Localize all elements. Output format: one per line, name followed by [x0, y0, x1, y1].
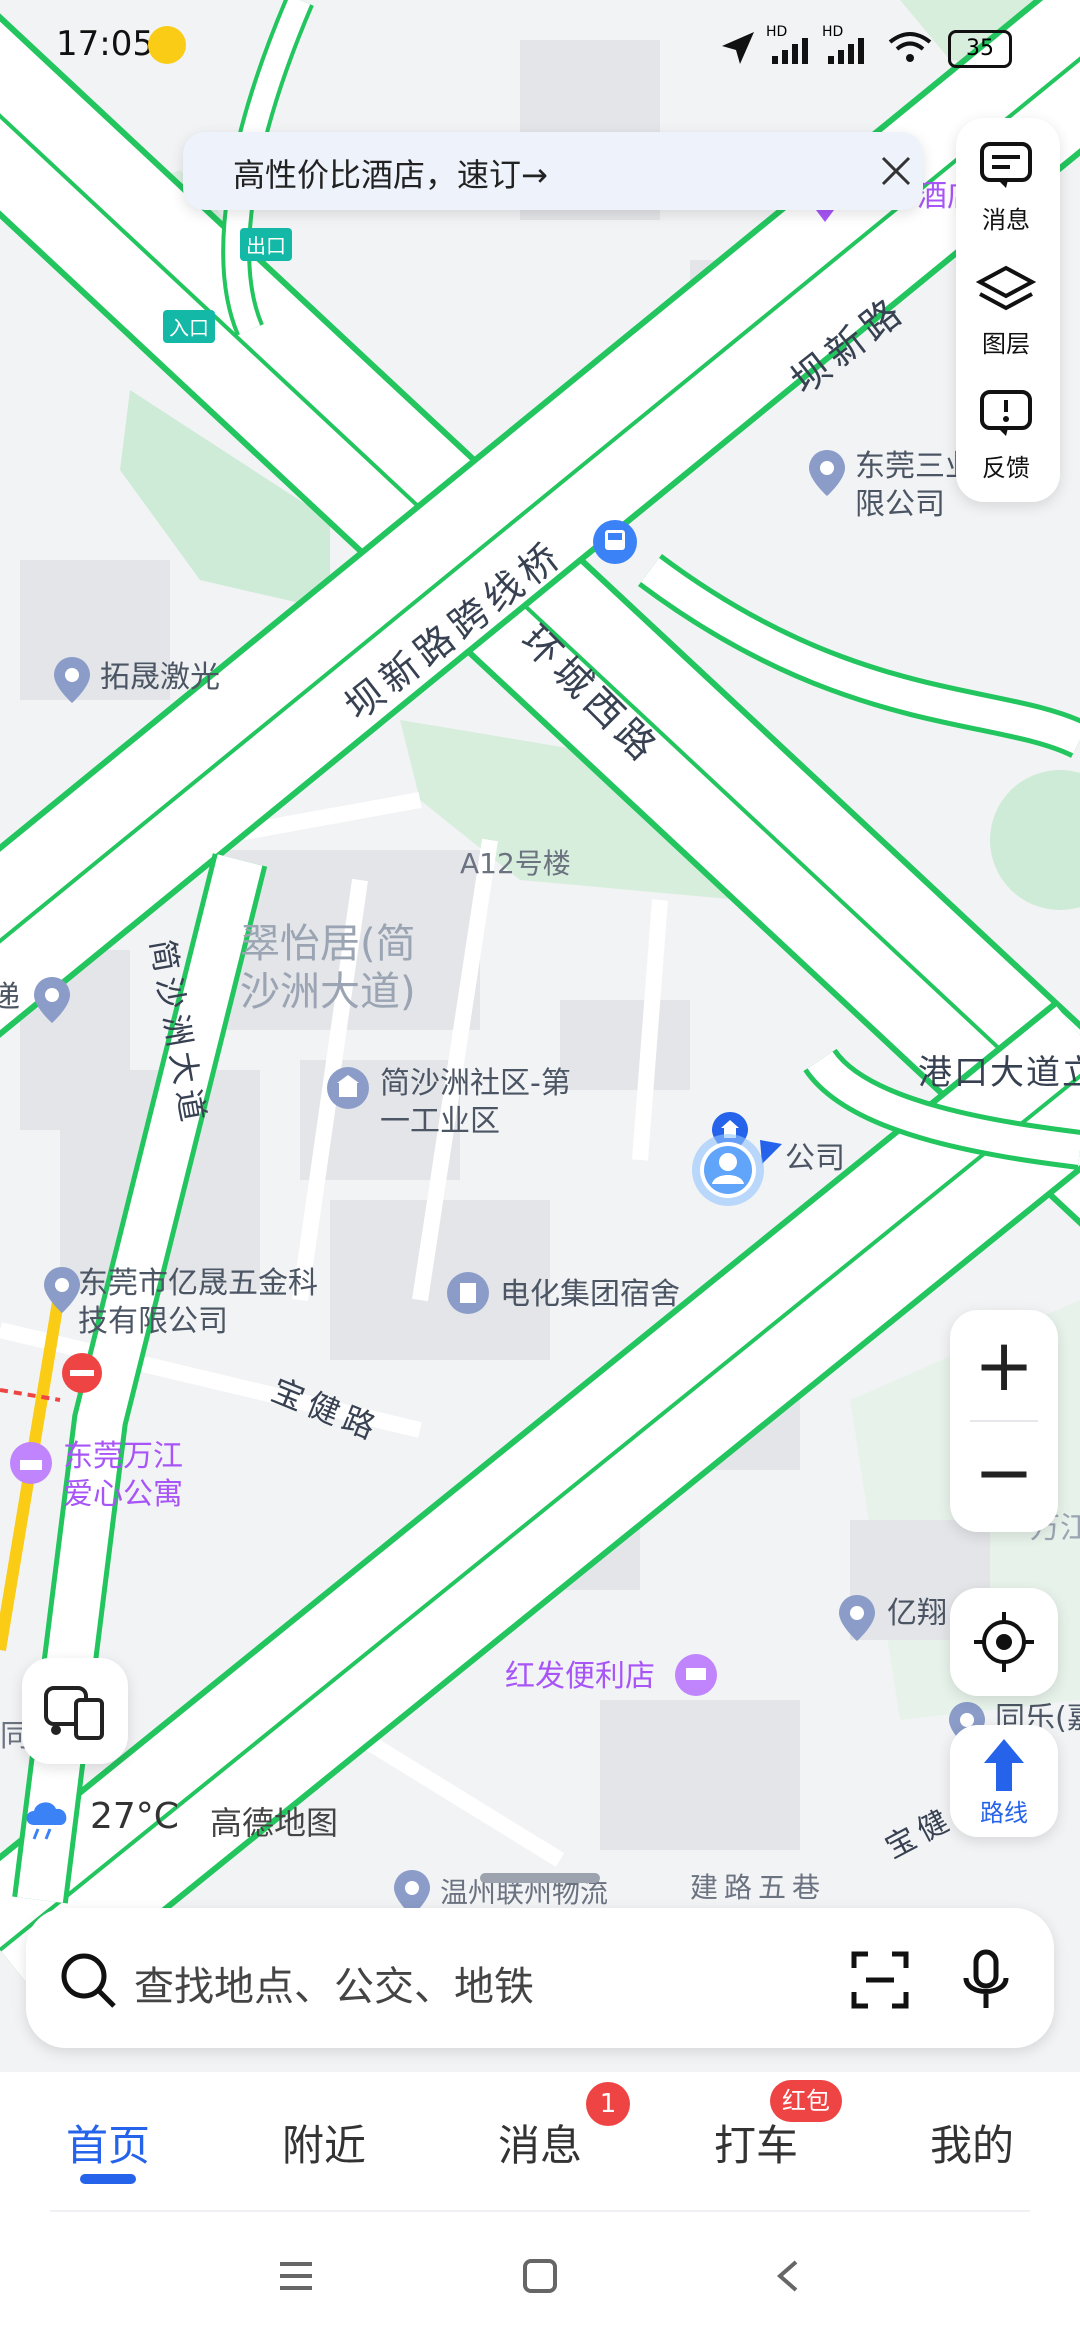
- location-pin-icon: [54, 657, 90, 703]
- tab-taxi-label: 打车: [714, 2121, 799, 2170]
- poi-cuiyiju: 翠怡居(简沙洲大道): [240, 921, 416, 1015]
- location-arrow-icon: [722, 32, 754, 64]
- bus-stop-icon[interactable]: [593, 520, 637, 564]
- poi-label: 简沙洲社区-第一工业区: [380, 1066, 571, 1139]
- user-location-marker[interactable]: 公司: [690, 1100, 845, 1224]
- messages-button[interactable]: 消息: [956, 140, 1056, 235]
- system-navigation-bar: [0, 2212, 1080, 2340]
- map-tools-panel: 消息 图层 反馈: [956, 118, 1060, 502]
- location-pin-icon: [839, 1595, 875, 1641]
- search-icon: [61, 1953, 116, 2008]
- tab-taxi[interactable]: 打车 红包: [714, 2080, 842, 2173]
- wifi-icon: [888, 32, 932, 62]
- map-brand: 高德地图: [210, 1804, 339, 1842]
- scan-icon[interactable]: [850, 1950, 910, 2010]
- tab-profile[interactable]: 我的: [930, 2112, 1014, 2173]
- poi-label: 拓晟激光: [100, 660, 220, 695]
- tab-home[interactable]: 首页: [66, 2112, 151, 2184]
- car-phone-icon: [44, 1686, 104, 1740]
- microphone-icon[interactable]: [958, 1948, 1014, 2012]
- no-entry-icon: [62, 1353, 102, 1393]
- entrance-sign: 入口: [163, 310, 215, 343]
- message-icon: [980, 142, 1032, 188]
- feedback-label: 反馈: [982, 454, 1030, 482]
- poi-label: 东莞市亿晟五金科技有限公司: [78, 1266, 318, 1339]
- poi-yisheng[interactable]: 东莞市亿晟五金科技有限公司: [40, 1265, 318, 1339]
- road-label-gangkou: 港口大道立: [918, 1053, 1080, 1093]
- user-avatar-icon: [692, 1112, 782, 1206]
- cart-pin-icon: [675, 1654, 717, 1696]
- close-icon[interactable]: [879, 154, 913, 188]
- exit-sign: 出口: [240, 228, 292, 261]
- back-icon[interactable]: [770, 2258, 806, 2294]
- poi-wanjiang[interactable]: 东莞万江爱心公寓: [8, 1439, 183, 1512]
- tab-nearby-label: 附近: [282, 2121, 367, 2170]
- weather-temp: 27°C: [90, 1796, 179, 1837]
- search-input[interactable]: 查找地点、公交、地铁: [134, 1954, 534, 2012]
- status-bar: 17:05 HD HD 35: [0, 0, 1080, 90]
- poi-company-label: 公司: [785, 1141, 845, 1176]
- signal-icon-2: [828, 38, 864, 64]
- feedback-icon: [980, 390, 1032, 436]
- poi-community[interactable]: 简沙洲社区-第一工业区: [325, 1065, 571, 1139]
- zoom-in-button[interactable]: +: [950, 1310, 1058, 1420]
- promo-banner-text: 高性价比酒店，速订→: [233, 156, 548, 194]
- layers-button[interactable]: 图层: [956, 264, 1056, 359]
- bottom-tab-bar: 首页 附近 消息 1 打车 红包 我的: [0, 2072, 1080, 2212]
- taxi-red-packet-badge: 红包: [770, 2080, 842, 2122]
- road-label-bottom: 建路五巷: [690, 1871, 827, 1904]
- route-arrow-icon: [984, 1739, 1024, 1791]
- tab-nearby[interactable]: 附近: [282, 2112, 366, 2173]
- signal-icon: [772, 38, 808, 64]
- feedback-button[interactable]: 反馈: [956, 388, 1056, 483]
- poi-building-a12: A12号楼: [460, 847, 571, 880]
- locate-button[interactable]: [950, 1588, 1058, 1696]
- zoom-controls: + −: [950, 1310, 1058, 1532]
- poi-label: 递: [0, 980, 20, 1015]
- crosshair-icon: [974, 1612, 1034, 1672]
- tab-messages[interactable]: 消息 1: [498, 2082, 630, 2173]
- poi-label: 亿翔: [887, 1596, 947, 1631]
- poi-label: 电化集团宿舍: [500, 1277, 680, 1312]
- app-notification-icon: [148, 26, 186, 64]
- government-pin-icon: [327, 1067, 369, 1109]
- menu-icon[interactable]: [278, 2258, 314, 2294]
- zoom-out-button[interactable]: −: [950, 1422, 1058, 1532]
- poi-dianhua[interactable]: 电化集团宿舍: [445, 1270, 680, 1324]
- weather-icon: [26, 1802, 67, 1840]
- tab-profile-label: 我的: [930, 2121, 1015, 2170]
- search-bar[interactable]: 查找地点、公交、地铁: [26, 1908, 1054, 2048]
- layers-label: 图层: [982, 330, 1030, 358]
- sheet-handle[interactable]: [480, 1873, 600, 1883]
- location-pin-icon: [34, 977, 70, 1023]
- location-pin-icon: [809, 450, 845, 496]
- messages-label: 消息: [982, 206, 1030, 234]
- route-label: 路线: [980, 1799, 1028, 1827]
- poi-dongguan-san[interactable]: 东莞三业有限公司: [805, 448, 1005, 522]
- tab-home-label: 首页: [66, 2121, 151, 2170]
- messages-badge: 1: [586, 2082, 630, 2126]
- home-icon[interactable]: [522, 2258, 558, 2294]
- battery-indicator: 35: [948, 30, 1012, 68]
- poi-label: 东莞万江爱心公寓: [63, 1439, 183, 1512]
- poi-label: 红发便利店: [505, 1659, 655, 1694]
- layers-icon: [975, 265, 1037, 311]
- active-tab-indicator: [80, 2174, 136, 2184]
- status-time: 17:05: [56, 24, 154, 64]
- promo-banner[interactable]: 高性价比酒店，速订→: [183, 132, 923, 210]
- tab-messages-label: 消息: [498, 2121, 583, 2170]
- bed-pin-icon: [10, 1442, 52, 1484]
- route-button[interactable]: 路线: [950, 1725, 1058, 1837]
- poi-tuosheng[interactable]: 拓晟激光: [50, 655, 220, 709]
- building-pin-icon: [447, 1272, 489, 1314]
- car-mode-button[interactable]: [22, 1658, 128, 1764]
- poi-yixiang[interactable]: 亿翔: [835, 1593, 947, 1647]
